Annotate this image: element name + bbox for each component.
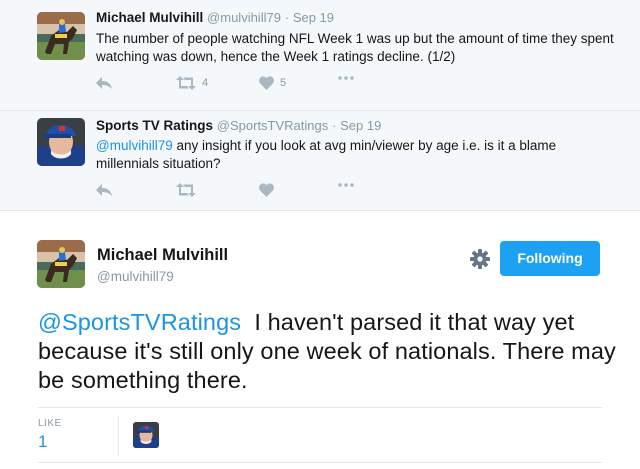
- user-actions-button[interactable]: [469, 248, 491, 270]
- avatar[interactable]: [37, 240, 85, 288]
- reply-icon: [96, 184, 112, 196]
- tweet-text: @SportsTVRatings I haven't parsed it tha…: [38, 308, 618, 395]
- divider: [38, 462, 602, 463]
- author-name[interactable]: Michael Mulvihill: [96, 10, 203, 25]
- more-button[interactable]: [338, 183, 354, 187]
- retweet-button[interactable]: 4: [176, 76, 208, 90]
- author-handle[interactable]: @SportsTVRatings: [217, 118, 328, 133]
- horse-racing-avatar-icon: [37, 12, 85, 60]
- tweet-actions: 4 5: [96, 76, 396, 94]
- like-button[interactable]: 5: [259, 76, 286, 90]
- divider: [118, 416, 119, 456]
- timestamp[interactable]: Sep 19: [293, 10, 334, 25]
- gear-icon: [470, 249, 490, 269]
- context-tweet[interactable]: Sports TV Ratings @SportsTVRatings · Sep…: [0, 111, 640, 211]
- author-handle[interactable]: @mulvihill79: [97, 269, 174, 284]
- heart-icon: [259, 76, 274, 90]
- more-dots-icon: [338, 76, 354, 80]
- following-button[interactable]: Following: [500, 241, 600, 276]
- reply-button[interactable]: [96, 183, 112, 197]
- retweet-count: 4: [202, 77, 209, 89]
- timestamp[interactable]: Sep 19: [340, 118, 381, 133]
- heart-icon: [259, 183, 274, 197]
- tweet-text: The number of people watching NFL Week 1…: [96, 31, 614, 64]
- horse-racing-avatar-icon: [37, 240, 85, 288]
- tweet-actions: [96, 183, 396, 201]
- separator: ·: [332, 118, 337, 133]
- avatar[interactable]: [37, 118, 85, 166]
- reply-icon: [96, 77, 112, 89]
- author-name[interactable]: Sports TV Ratings: [96, 118, 213, 133]
- separator: ·: [284, 10, 290, 25]
- man-in-blue-cap-avatar-icon: [37, 118, 85, 166]
- reply-button[interactable]: [96, 76, 112, 90]
- tweet-header: Michael Mulvihill @mulvihill79 · Sep 19: [96, 10, 334, 25]
- more-button[interactable]: [338, 76, 354, 80]
- more-dots-icon: [338, 183, 354, 187]
- tweet-header: Sports TV Ratings @SportsTVRatings · Sep…: [96, 118, 381, 133]
- like-stat-label: LIKE: [38, 418, 62, 429]
- context-tweet[interactable]: Michael Mulvihill @mulvihill79 · Sep 19 …: [0, 0, 640, 111]
- author-name[interactable]: Michael Mulvihill: [97, 246, 228, 265]
- mention-link[interactable]: @SportsTVRatings: [38, 309, 241, 335]
- tweet-text: @mulvihill79 any insight if you look at …: [96, 137, 616, 173]
- avatar[interactable]: [37, 12, 85, 60]
- like-button[interactable]: [259, 183, 274, 197]
- like-count: 5: [280, 77, 287, 89]
- like-stat-count[interactable]: 1: [38, 432, 47, 452]
- mention-link[interactable]: @mulvihill79: [96, 138, 173, 153]
- retweet-button[interactable]: [176, 183, 196, 197]
- man-in-blue-cap-avatar-icon: [133, 422, 159, 448]
- retweet-icon: [176, 76, 196, 90]
- liker-avatar[interactable]: [133, 422, 159, 448]
- author-handle[interactable]: @mulvihill79: [207, 10, 281, 25]
- retweet-icon: [176, 183, 196, 197]
- divider: [38, 407, 602, 408]
